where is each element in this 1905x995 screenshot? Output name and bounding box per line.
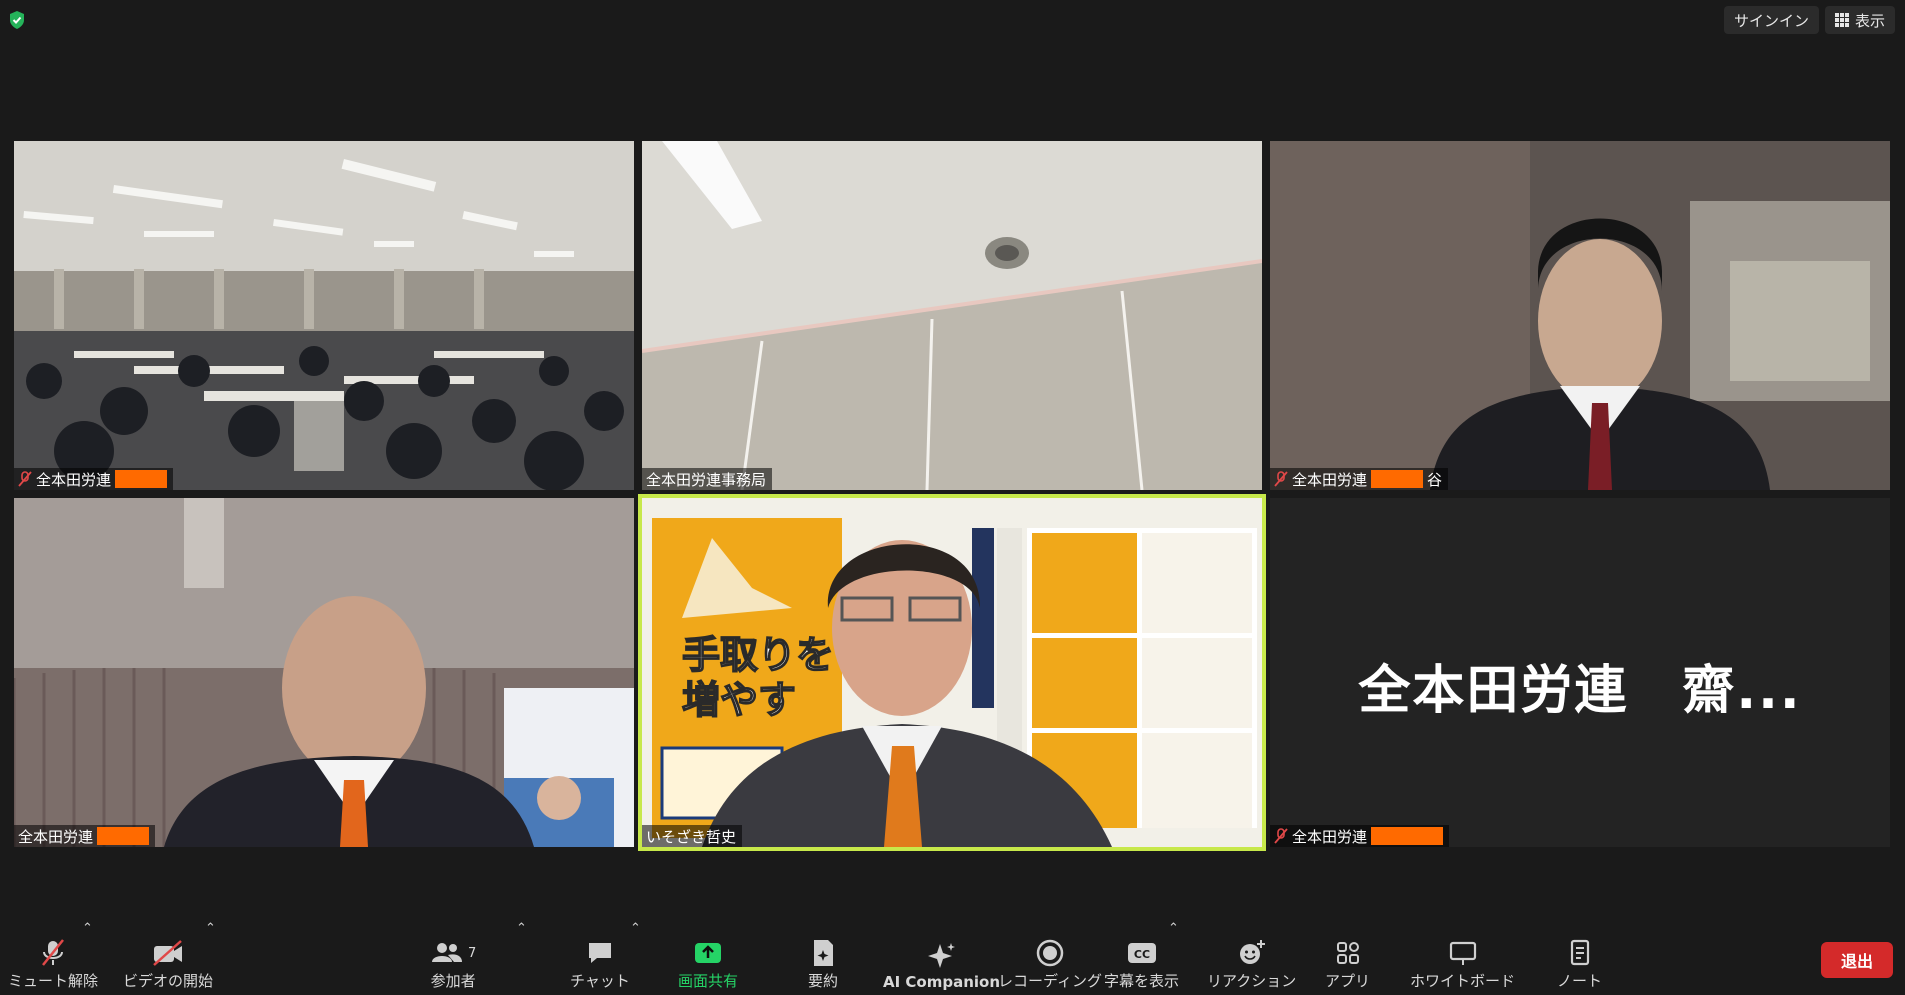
meeting-room-video <box>14 141 634 490</box>
share-screen-icon <box>695 943 721 963</box>
sparkle-icon <box>927 943 955 968</box>
share-screen-button[interactable]: 画面共有 <box>678 936 738 991</box>
mic-muted-icon <box>1274 471 1288 487</box>
sign-in-label: サインイン <box>1733 11 1809 30</box>
ceiling-video <box>642 141 1262 490</box>
chat-icon <box>588 943 611 963</box>
participant-video <box>1270 141 1890 490</box>
video-off-icon <box>153 940 182 966</box>
record-button[interactable]: レコーディング <box>998 936 1102 991</box>
redaction-mark <box>97 827 150 845</box>
video-options-chevron-icon[interactable]: ⌃ <box>205 921 216 936</box>
participants-button[interactable]: 7 参加者 <box>430 936 476 991</box>
captions-options-chevron-icon[interactable]: ⌃ <box>1168 921 1179 936</box>
apps-label: アプリ <box>1325 972 1371 990</box>
redaction-mark <box>115 470 168 488</box>
leave-label: 退出 <box>1840 952 1873 971</box>
leave-button[interactable]: 退出 <box>1820 942 1893 978</box>
redaction-mark <box>1371 470 1424 488</box>
participants-options-chevron-icon[interactable]: ⌃ <box>516 921 527 936</box>
participant-name-tag: 全本田労連 <box>14 825 156 847</box>
participant-name: 全本田労連 <box>18 827 94 846</box>
redaction-mark <box>1371 827 1444 845</box>
whiteboard-icon <box>1449 941 1476 965</box>
participant-name-tag: 全本田労連事務局 <box>642 468 773 490</box>
closed-captions-icon: CC <box>1127 943 1156 963</box>
chat-button[interactable]: チャット <box>570 936 630 991</box>
participants-label: 参加者 <box>430 972 476 990</box>
unmute-button[interactable]: ミュート解除 <box>8 936 98 991</box>
participant-display-name: 全本田労連 齋... <box>1358 661 1802 721</box>
participant-name-suffix: 谷 <box>1427 470 1443 489</box>
mic-off-icon <box>42 939 64 966</box>
participant-name: 全本田労連 <box>1292 827 1368 846</box>
reactions-label: リアクション <box>1207 972 1297 990</box>
whiteboard-label: ホワイトボード <box>1410 972 1516 990</box>
video-off-tile[interactable]: 全本田労連 齋... 全本田労連 <box>1270 498 1890 847</box>
participant-name: いそざき哲史 <box>646 827 737 846</box>
video-tile[interactable]: 全本田労連 <box>14 498 634 847</box>
grid-icon <box>1834 13 1849 27</box>
summary-document-icon <box>814 940 833 966</box>
svg-text:CC: CC <box>1133 948 1149 961</box>
participant-name: 全本田労連事務局 <box>646 470 767 489</box>
ai-companion-button[interactable]: AI Companion <box>883 939 1000 991</box>
share-screen-label: 画面共有 <box>678 972 739 990</box>
whiteboard-button[interactable]: ホワイトボード <box>1410 936 1515 991</box>
notes-button[interactable]: ノート <box>1557 936 1602 991</box>
notes-label: ノート <box>1557 972 1603 990</box>
video-tile[interactable]: 全本田労連 <box>14 141 634 490</box>
summary-button[interactable]: 要約 <box>808 936 838 991</box>
participant-name-tag: 全本田労連 <box>1270 825 1450 847</box>
apps-button[interactable]: アプリ <box>1325 936 1370 991</box>
record-label: レコーディング <box>998 972 1102 990</box>
start-video-button[interactable]: ビデオの開始 <box>123 936 213 991</box>
summary-label: 要約 <box>808 972 839 990</box>
participant-name-tag: 全本田労連 谷 <box>1270 468 1449 490</box>
participant-video <box>14 498 634 847</box>
smiley-plus-icon <box>1239 940 1265 964</box>
mic-muted-icon <box>18 471 32 487</box>
participants-icon <box>432 943 462 962</box>
audio-options-chevron-icon[interactable]: ⌃ <box>82 921 93 936</box>
speaker-video: 手取りを 増やす <box>642 498 1262 847</box>
participant-name: 全本田労連 <box>1292 470 1368 489</box>
ai-companion-label: AI Companion <box>883 973 1001 991</box>
sign-in-button[interactable]: サインイン <box>1723 6 1819 34</box>
participant-name-tag: いそざき哲史 <box>642 825 743 847</box>
reactions-button[interactable]: リアクション <box>1207 936 1296 991</box>
unmute-label: ミュート解除 <box>8 972 99 990</box>
meeting-toolbar: ミュート解除 ⌃ ビデオの開始 ⌃ 7 参加者 ⌃ チャット ⌃ 画面共有 要約 <box>0 915 1905 995</box>
show-captions-label: 字幕を表示 <box>1104 972 1180 990</box>
chat-label: チャット <box>570 972 630 990</box>
mic-muted-icon <box>1274 828 1288 844</box>
participants-count: 7 <box>468 945 477 961</box>
chat-options-chevron-icon[interactable]: ⌃ <box>630 921 641 936</box>
participant-name: 全本田労連 <box>36 470 112 489</box>
active-speaker-tile[interactable]: 手取りを 増やす いそざき哲史 <box>638 494 1266 851</box>
start-video-label: ビデオの開始 <box>123 972 214 990</box>
video-tile[interactable]: 全本田労連 谷 <box>1270 141 1890 490</box>
svg-text:増やす: 増やす <box>682 678 796 722</box>
record-icon <box>1036 939 1064 967</box>
show-captions-button[interactable]: CC 字幕を表示 <box>1104 936 1179 991</box>
poster-headline: 手取りを <box>682 633 834 677</box>
apps-icon <box>1336 942 1359 964</box>
shield-check-icon[interactable] <box>8 10 26 30</box>
notes-icon <box>1570 939 1589 966</box>
video-tile[interactable]: 全本田労連事務局 <box>642 141 1262 490</box>
participant-name-tag: 全本田労連 <box>14 468 174 490</box>
view-label: 表示 <box>1854 11 1885 30</box>
view-button[interactable]: 表示 <box>1824 6 1895 34</box>
